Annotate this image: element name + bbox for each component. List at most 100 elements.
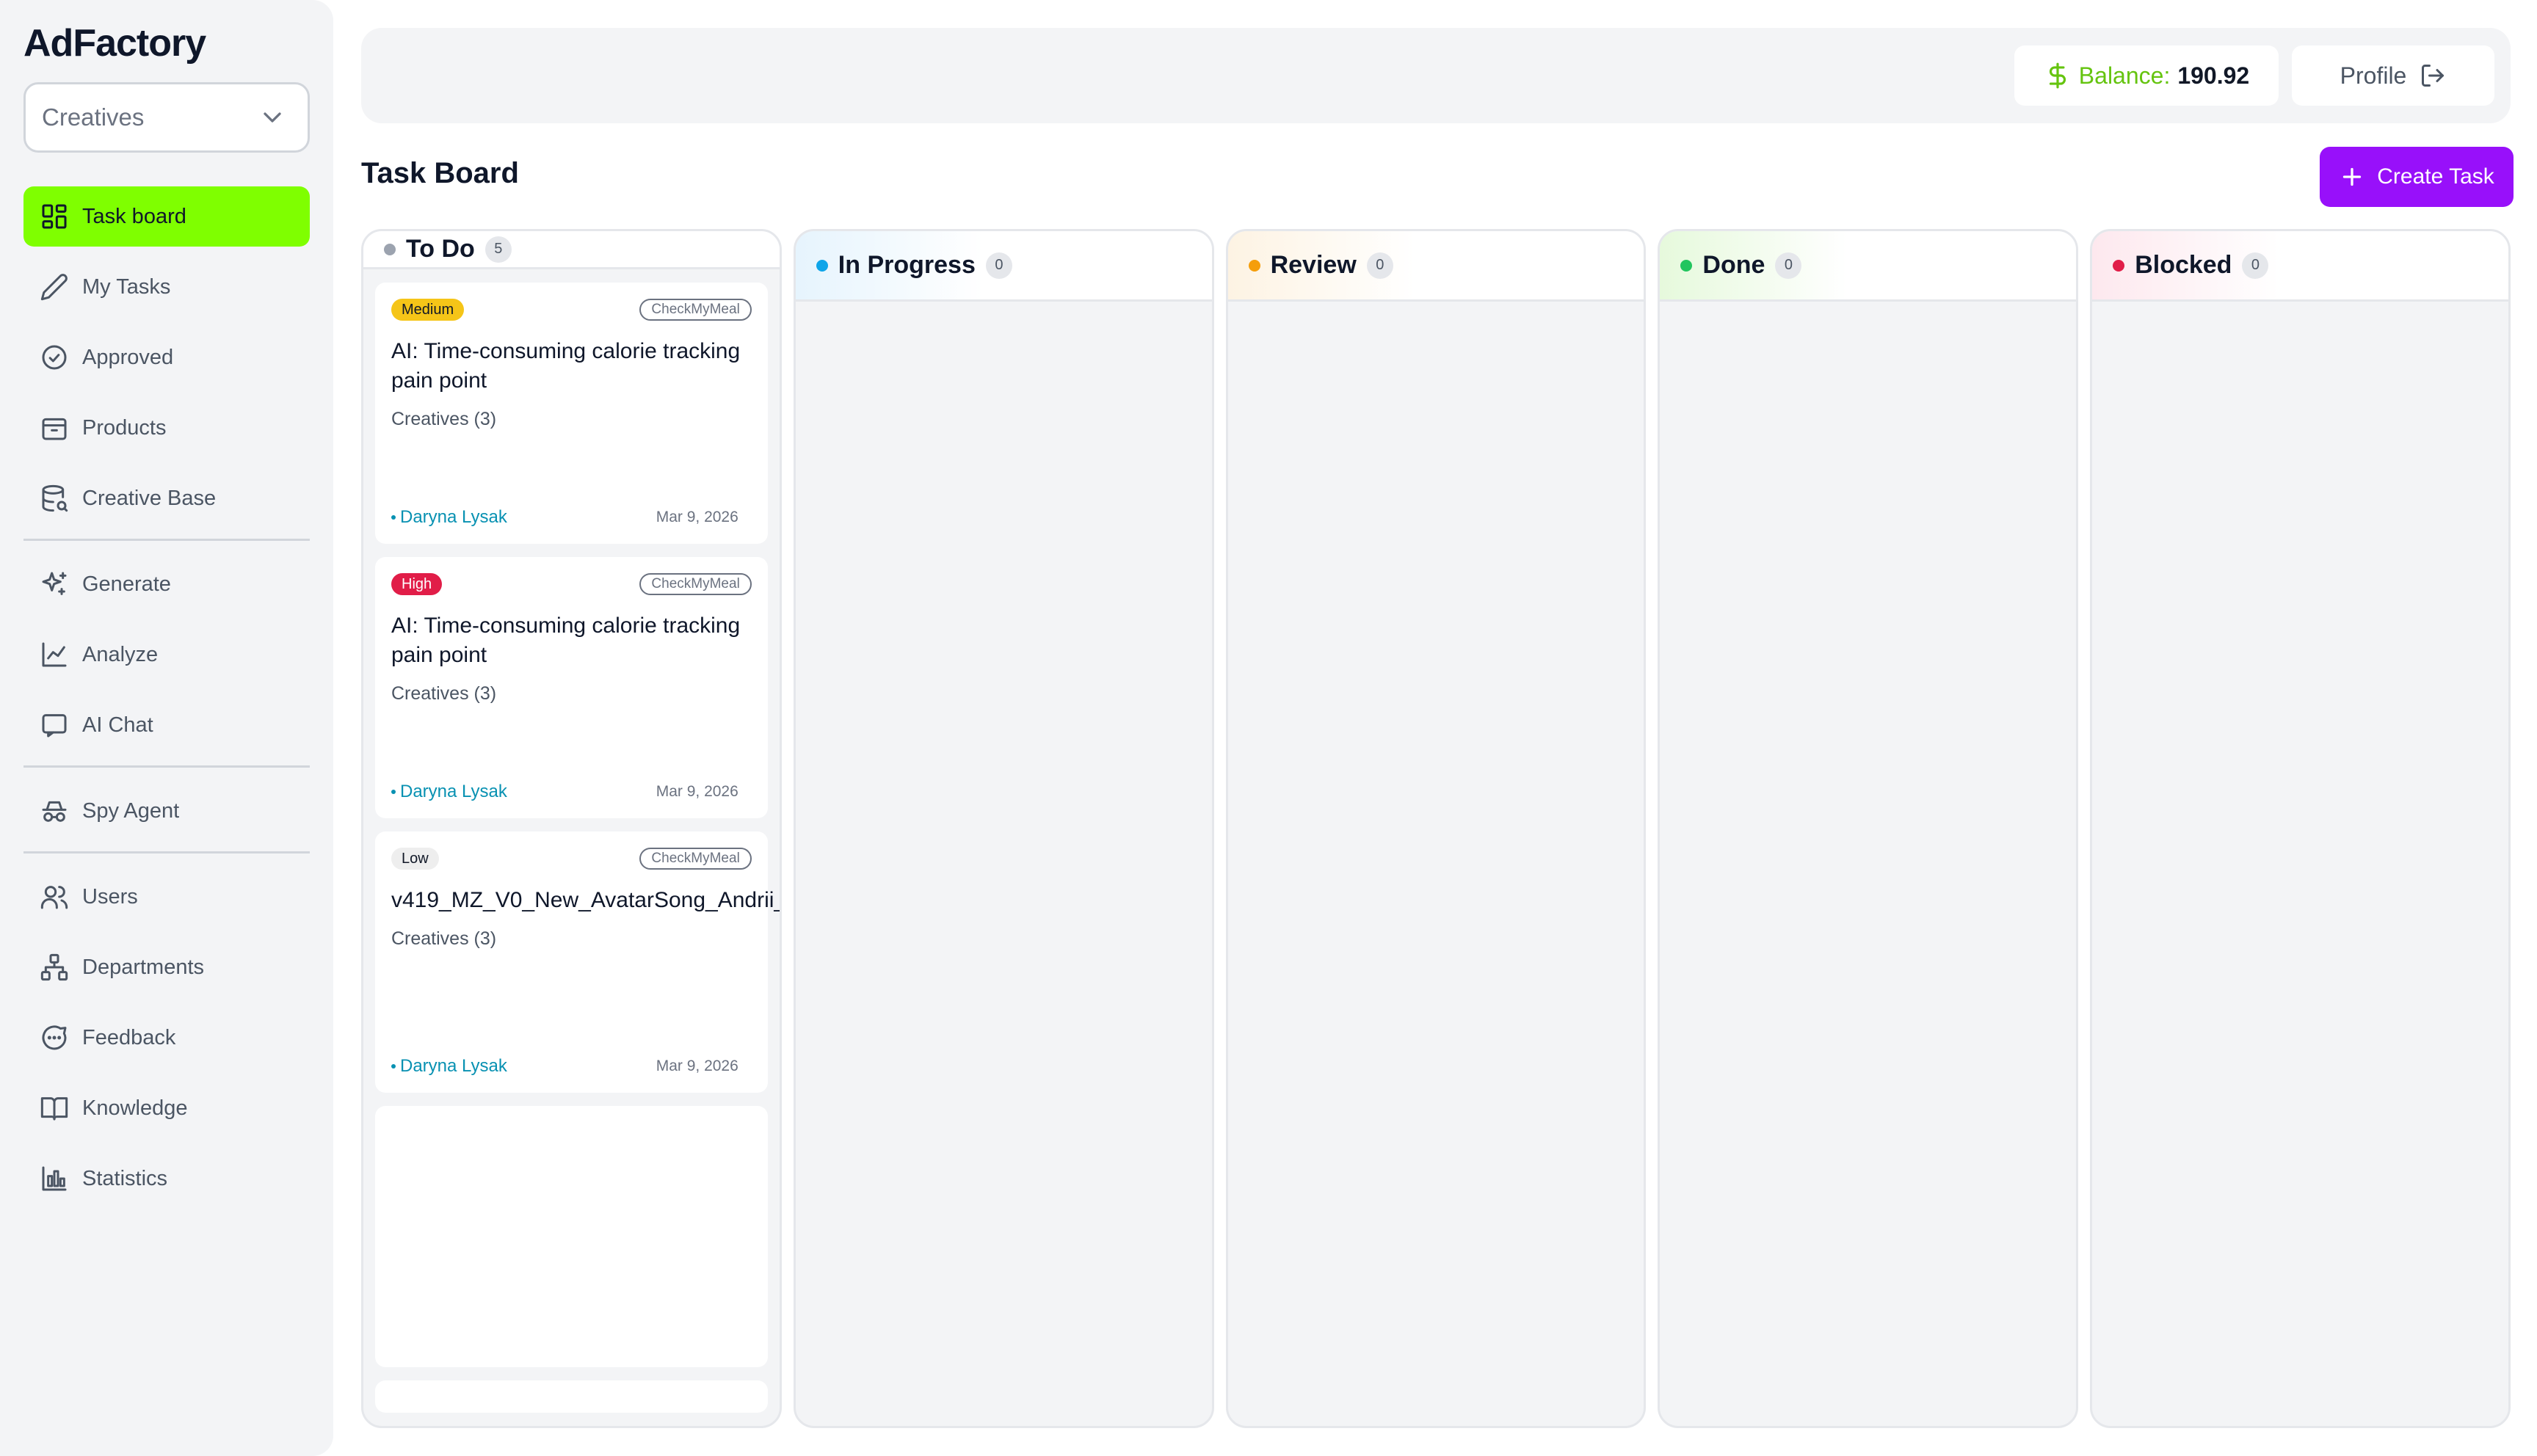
column-body xyxy=(1228,302,1644,1426)
task-card[interactable]: Medium CheckMyMeal AI: Time-consuming calo… xyxy=(375,283,768,544)
plus-icon xyxy=(2343,167,2362,186)
pen-icon xyxy=(40,274,68,301)
priority-badge: Medium xyxy=(391,299,465,321)
sidebar-item-knowledge[interactable]: Knowledge xyxy=(23,1078,310,1138)
assignee: Daryna Lysak xyxy=(391,1056,507,1077)
assignee-dot xyxy=(391,515,396,520)
create-task-label: Create Task xyxy=(2377,164,2494,189)
sidebar-item-creative-base[interactable]: Creative Base xyxy=(23,468,310,528)
sidebar-item-users[interactable]: Users xyxy=(23,867,310,927)
column-blocked: Blocked 0 xyxy=(2090,229,2511,1428)
sidebar-item-spy-agent[interactable]: Spy Agent xyxy=(23,781,310,841)
task-subtitle: Creatives (3) xyxy=(391,409,497,429)
chat-icon xyxy=(42,714,67,738)
column-in-progress: In Progress 0 xyxy=(793,229,1214,1428)
task-title: v419_MZ_V0_New_AvatarSong_Andrii_9x16_En… xyxy=(391,888,780,912)
task-date: Mar 9, 2026 xyxy=(656,783,738,800)
column-title: Blocked xyxy=(2135,251,2232,279)
task-title: AI: Time-consuming calorie tracking pain… xyxy=(391,339,741,393)
column-header: Review 0 xyxy=(1227,231,1644,302)
assignee-name: Daryna Lysak xyxy=(400,1056,507,1076)
task-subtitle: Creatives (3) xyxy=(391,683,497,704)
balance-label: Balance: xyxy=(2078,62,2171,89)
status-dot xyxy=(384,243,396,255)
sidebar-item-label: Approved xyxy=(82,345,174,369)
column-title: To Do xyxy=(406,235,475,263)
column-body xyxy=(796,302,1212,1426)
balance-value: 190.92 xyxy=(2177,62,2250,89)
column-done: Done 0 xyxy=(1658,229,2079,1428)
users-icon xyxy=(40,886,68,909)
task-board: To Do 5 Medium CheckMyMeal AI: Time-consumin… xyxy=(361,229,2511,1428)
check-circle-icon xyxy=(42,345,67,370)
box-icon xyxy=(42,418,67,440)
sidebar-item-statistics[interactable]: Statistics xyxy=(23,1149,310,1209)
task-card[interactable]: Low CheckMyMeal v419_MZ_V0_New_AvatarSong_… xyxy=(375,831,780,1093)
sidebar-item-label: Analyze xyxy=(82,642,159,666)
sidebar-item-label: AI Chat xyxy=(82,713,153,737)
sidebar-divider xyxy=(23,851,310,853)
assignee-name: Daryna Lysak xyxy=(400,507,507,527)
profile-label: Profile xyxy=(2340,62,2407,89)
column-count-badge: 0 xyxy=(1775,252,1802,279)
database-icon xyxy=(42,484,68,512)
profile-button[interactable]: Profile xyxy=(2292,46,2494,106)
sidebar: AdFactory Creatives Task board My Tasks Ap… xyxy=(0,0,333,1456)
sidebar-item-feedback[interactable]: Feedback xyxy=(23,1008,310,1068)
sidebar-item-label: Feedback xyxy=(82,1025,176,1049)
balance-display: Balance: 190.92 xyxy=(2014,46,2279,106)
status-dot xyxy=(2113,259,2125,272)
column-header: To Do 5 xyxy=(363,231,780,269)
app-logo: AdFactory xyxy=(23,22,206,65)
spy-icon xyxy=(42,801,67,822)
task-card-loading[interactable] xyxy=(375,1380,768,1413)
column-header: In Progress 0 xyxy=(795,231,1212,302)
sidebar-item-label: Task board xyxy=(82,204,186,228)
sidebar-item-analyze[interactable]: Analyze xyxy=(23,625,310,685)
task-subtitle: Creatives (3) xyxy=(391,928,497,949)
grid-icon xyxy=(42,204,67,229)
logout-icon xyxy=(2422,65,2445,87)
assignee-dot xyxy=(391,1064,396,1069)
sparkles-icon xyxy=(42,572,67,595)
sidebar-item-approved[interactable]: Approved xyxy=(23,327,310,387)
sidebar-item-label: Products xyxy=(82,415,167,440)
sidebar-divider xyxy=(23,765,310,768)
column-to-do: To Do 5 Medium CheckMyMeal AI: Time-consumin… xyxy=(361,229,782,1428)
column-title: Done xyxy=(1702,251,1765,279)
sidebar-item-label: Generate xyxy=(82,572,171,596)
workspace-select[interactable]: Creatives xyxy=(23,82,310,153)
bar-chart-icon xyxy=(42,1166,67,1191)
column-body xyxy=(2092,302,2508,1426)
sidebar-item-label: Users xyxy=(82,884,138,909)
sidebar-item-label: My Tasks xyxy=(82,274,171,299)
sidebar-item-label: Statistics xyxy=(82,1166,168,1190)
org-chart-icon xyxy=(40,953,68,981)
task-date: Mar 9, 2026 xyxy=(656,1058,738,1074)
column-count-badge: 0 xyxy=(1366,252,1393,279)
task-card-loading[interactable] xyxy=(375,1106,768,1367)
task-date: Mar 9, 2026 xyxy=(656,509,738,525)
sidebar-item-my-tasks[interactable]: My Tasks xyxy=(23,257,310,317)
page-title: Task Board xyxy=(361,157,519,189)
sidebar-item-ai-chat[interactable]: AI Chat xyxy=(23,695,310,755)
sidebar-item-label: Knowledge xyxy=(82,1096,188,1120)
priority-badge: High xyxy=(391,573,443,595)
column-body: Medium CheckMyMeal AI: Time-consuming calo… xyxy=(363,269,780,1426)
column-count-badge: 0 xyxy=(2242,252,2269,279)
priority-badge: Low xyxy=(391,848,439,870)
column-title: Review xyxy=(1270,251,1357,279)
sidebar-item-generate[interactable]: Generate xyxy=(23,554,310,614)
column-header: Blocked 0 xyxy=(2092,231,2508,302)
sidebar-item-label: Departments xyxy=(82,955,205,979)
create-task-button[interactable]: Create Task xyxy=(2320,147,2514,207)
product-tag: CheckMyMeal xyxy=(639,848,752,870)
sidebar-item-departments[interactable]: Departments xyxy=(23,937,310,997)
sidebar-item-task-board[interactable]: Task board xyxy=(23,186,310,247)
sidebar-item-products[interactable]: Products xyxy=(23,398,310,458)
sidebar-nav: Task board My Tasks Approved Products Creati… xyxy=(23,186,310,1209)
task-card[interactable]: High CheckMyMeal AI: Time-consuming calori… xyxy=(375,557,768,818)
assignee-dot xyxy=(391,790,396,794)
workspace-select-value: Creatives xyxy=(42,103,145,131)
chevron-down-icon xyxy=(264,112,281,123)
